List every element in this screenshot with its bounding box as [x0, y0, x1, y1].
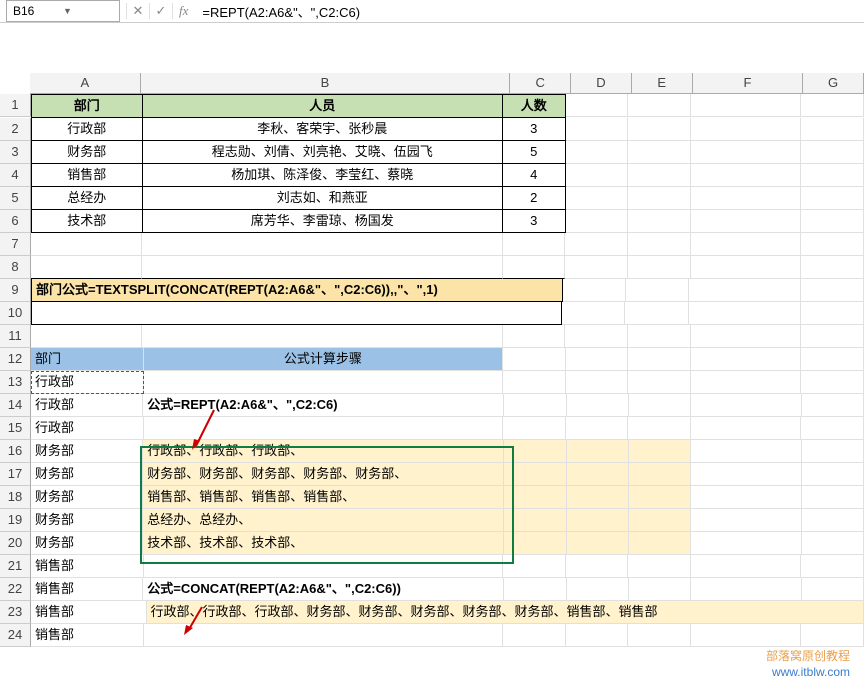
cell-A22[interactable]: 销售部 — [31, 578, 143, 601]
row-15[interactable]: 15 — [0, 417, 31, 440]
row-1[interactable]: 1 — [0, 94, 31, 117]
row-16[interactable]: 16 — [0, 440, 31, 463]
cell-A15[interactable]: 行政部 — [31, 417, 144, 440]
cell-B12[interactable]: 公式计算步骤 — [144, 348, 504, 371]
dropdown-icon[interactable]: ▼ — [63, 6, 113, 16]
cell-B23[interactable]: 行政部、行政部、行政部、财务部、财务部、财务部、财务部、财务部、销售部、销售部 — [147, 601, 864, 624]
formula-bar: B16▼ ✕ ✓ fx =REPT(A2:A6&"、",C2:C6) — [0, 0, 864, 23]
cell-B2[interactable]: 李秋、客荣宇、张秒晨 — [143, 118, 503, 141]
cell-C4[interactable]: 4 — [503, 164, 566, 187]
cell-D1[interactable] — [566, 94, 629, 117]
row-3[interactable]: 3 — [0, 141, 31, 164]
row-9[interactable]: 9 — [0, 279, 31, 302]
cell-B5[interactable]: 刘志如、和燕亚 — [143, 187, 503, 210]
row-12[interactable]: 12 — [0, 348, 31, 371]
cell-C1[interactable]: 人数 — [503, 94, 566, 118]
col-G[interactable]: G — [803, 73, 864, 94]
cell-B18[interactable]: 销售部、销售部、销售部、销售部、 — [143, 486, 504, 509]
cell-E1[interactable] — [628, 94, 691, 117]
cell-G1[interactable] — [801, 94, 864, 117]
cell-F1[interactable] — [691, 94, 802, 117]
cell-A17[interactable]: 财务部 — [31, 463, 143, 486]
cell-B19[interactable]: 总经办、总经办、 — [143, 509, 504, 532]
cell-A14[interactable]: 行政部 — [31, 394, 143, 417]
col-B[interactable]: B — [141, 73, 511, 94]
row-11[interactable]: 11 — [0, 325, 31, 348]
name-box[interactable]: B16▼ — [6, 0, 120, 22]
cell-A12[interactable]: 部门 — [31, 348, 144, 371]
cell-C2[interactable]: 3 — [503, 118, 566, 141]
row-18[interactable]: 18 — [0, 486, 31, 509]
cell-A2[interactable]: 行政部 — [31, 118, 143, 141]
cell-B17[interactable]: 财务部、财务部、财务部、财务部、财务部、 — [143, 463, 504, 486]
row-22[interactable]: 22 — [0, 578, 31, 601]
cell-A1[interactable]: 部门 — [31, 94, 143, 118]
column-headers: A B C D E F G — [30, 73, 864, 94]
row-8[interactable]: 8 — [0, 256, 31, 279]
cell-C5[interactable]: 2 — [503, 187, 566, 210]
cell-A18[interactable]: 财务部 — [31, 486, 143, 509]
row-23[interactable]: 23 — [0, 601, 31, 624]
cell-B6[interactable]: 席芳华、李雷琼、杨国发 — [143, 210, 503, 233]
cell-B3[interactable]: 程志勋、刘倩、刘亮艳、艾晓、伍园飞 — [143, 141, 503, 164]
enter-icon[interactable]: ✓ — [149, 3, 172, 19]
row-10[interactable]: 10 — [0, 302, 31, 325]
cell-A6[interactable]: 技术部 — [31, 210, 143, 233]
cell-A21[interactable]: 销售部 — [31, 555, 144, 578]
row-7[interactable]: 7 — [0, 233, 31, 256]
cell-A23[interactable]: 销售部 — [31, 601, 147, 624]
cell-A24[interactable]: 销售部 — [31, 624, 144, 647]
row-2[interactable]: 2 — [0, 118, 31, 141]
row-19[interactable]: 19 — [0, 509, 31, 532]
row-4[interactable]: 4 — [0, 164, 31, 187]
row-21[interactable]: 21 — [0, 555, 31, 578]
cell-B20[interactable]: 技术部、技术部、技术部、 — [143, 532, 504, 555]
cell-A4[interactable]: 销售部 — [31, 164, 143, 187]
col-D[interactable]: D — [571, 73, 632, 94]
cell-A13[interactable]: 行政部 — [31, 371, 144, 394]
row-20[interactable]: 20 — [0, 532, 31, 555]
col-C[interactable]: C — [510, 73, 571, 94]
row-14[interactable]: 14 — [0, 394, 31, 417]
cancel-icon[interactable]: ✕ — [126, 3, 149, 19]
cell-A3[interactable]: 财务部 — [31, 141, 143, 164]
cell-A20[interactable]: 财务部 — [31, 532, 143, 555]
col-F[interactable]: F — [693, 73, 804, 94]
formula-input[interactable]: =REPT(A2:A6&"、",C2:C6) — [194, 2, 864, 21]
cell-B22[interactable]: 公式=CONCAT(REPT(A2:A6&"、",C2:C6)) — [143, 578, 504, 601]
cell-B4[interactable]: 杨加琪、陈泽俊、李莹红、蔡晓 — [143, 164, 503, 187]
cell-B14[interactable]: 公式=REPT(A2:A6&"、",C2:C6) — [143, 394, 504, 417]
cell-A16[interactable]: 财务部 — [31, 440, 143, 463]
watermark: 部落窝原创教程www.itblw.com — [766, 648, 850, 680]
row-17[interactable]: 17 — [0, 463, 31, 486]
col-E[interactable]: E — [632, 73, 693, 94]
cell-C3[interactable]: 5 — [503, 141, 566, 164]
cell-C6[interactable]: 3 — [503, 210, 566, 233]
cell-B1[interactable]: 人员 — [143, 94, 503, 118]
spreadsheet-grid: A B C D E F G 1 部门 人员 人数 2 行政部 李秋、客荣宇、张秒… — [0, 73, 864, 647]
col-A[interactable]: A — [30, 73, 141, 94]
cell-A19[interactable]: 财务部 — [31, 509, 143, 532]
row-5[interactable]: 5 — [0, 187, 31, 210]
row-24[interactable]: 24 — [0, 624, 31, 647]
fx-icon[interactable]: fx — [172, 3, 194, 19]
cell-B16[interactable]: 行政部、行政部、行政部、 — [143, 440, 504, 463]
row-13[interactable]: 13 — [0, 371, 31, 394]
cell-A5[interactable]: 总经办 — [31, 187, 143, 210]
row-6[interactable]: 6 — [0, 210, 31, 233]
cell-A9[interactable]: 部门公式=TEXTSPLIT(CONCAT(REPT(A2:A6&"、",C2:… — [31, 279, 563, 302]
